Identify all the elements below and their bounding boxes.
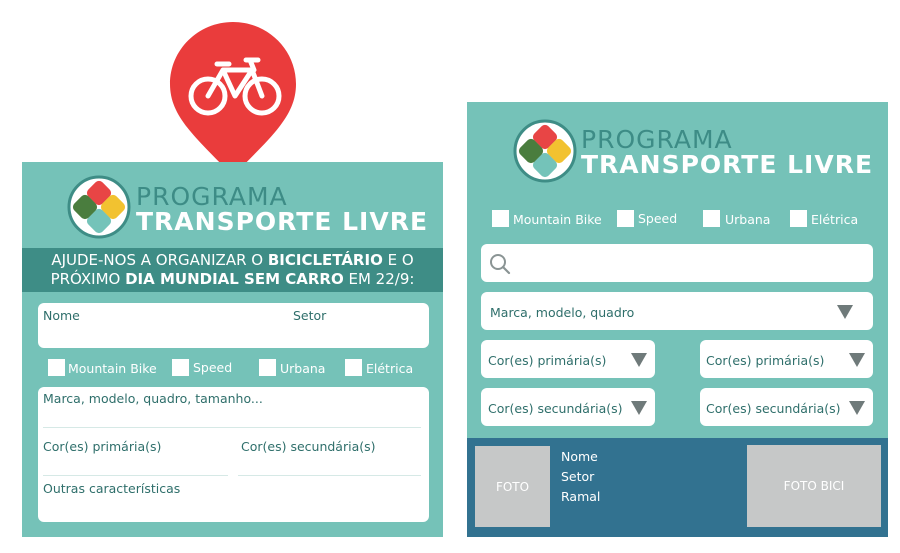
checkbox-mountain-bike[interactable] xyxy=(492,210,509,227)
map-pin-icon xyxy=(170,22,296,176)
logo-title-line2: TRANSPORTE LIVRE xyxy=(581,150,874,179)
secondary-color-label: Cor(es) secundária(s) xyxy=(241,439,376,454)
chevron-down-icon xyxy=(631,353,647,367)
checkbox-eletrica[interactable] xyxy=(790,210,807,227)
chevron-down-icon xyxy=(631,401,647,415)
checkbox-label: Speed xyxy=(193,360,233,375)
primary-color-label: Cor(es) primária(s) xyxy=(43,439,162,454)
name-sector-box[interactable] xyxy=(38,303,429,348)
program-logo-icon xyxy=(513,119,577,183)
checkbox-mountain-bike[interactable] xyxy=(48,359,65,376)
program-logo-icon xyxy=(67,175,131,239)
search-input[interactable] xyxy=(481,244,873,282)
owner-photo[interactable]: FOTO xyxy=(475,446,550,527)
owner-extension: Ramal xyxy=(561,489,601,504)
checkbox-label: Mountain Bike xyxy=(513,212,602,227)
primary-color-select-label: Cor(es) primária(s) xyxy=(706,353,825,368)
sector-label: Setor xyxy=(293,308,327,323)
checkbox-eletrica[interactable] xyxy=(345,359,362,376)
secondary-color-line[interactable] xyxy=(238,475,421,476)
details-box xyxy=(38,387,429,522)
secondary-color-select-label: Cor(es) secundária(s) xyxy=(488,401,623,416)
secondary-color-select-label: Cor(es) secundária(s) xyxy=(706,401,841,416)
chevron-down-icon xyxy=(849,353,865,367)
checkbox-label: Elétrica xyxy=(366,361,414,376)
checkbox-speed[interactable] xyxy=(172,359,189,376)
owner-name: Nome xyxy=(561,449,598,464)
other-features-label: Outras características xyxy=(43,481,181,496)
name-label: Nome xyxy=(43,308,80,323)
chevron-down-icon xyxy=(849,401,865,415)
checkbox-label: Elétrica xyxy=(811,212,859,227)
search-icon xyxy=(490,254,511,275)
primary-color-select-label: Cor(es) primária(s) xyxy=(488,353,607,368)
brand-field-label: Marca, modelo, quadro, tamanho... xyxy=(43,391,263,406)
chevron-down-icon xyxy=(837,305,853,319)
checkbox-label: Urbana xyxy=(280,361,326,376)
banner: AJUDE-NOS A ORGANIZAR O BICICLETÁRIO E O… xyxy=(22,248,443,292)
checkbox-urbana[interactable] xyxy=(259,359,276,376)
primary-color-line[interactable] xyxy=(43,475,228,476)
banner-line1: AJUDE-NOS A ORGANIZAR O BICICLETÁRIO E O xyxy=(51,251,414,269)
owner-sector: Setor xyxy=(561,469,595,484)
logo-title-line2: TRANSPORTE LIVRE xyxy=(136,207,429,236)
brand-field-line[interactable] xyxy=(43,427,421,428)
checkbox-speed[interactable] xyxy=(617,210,634,227)
bike-photo[interactable]: FOTO BICI xyxy=(747,445,881,527)
checkbox-label: Mountain Bike xyxy=(68,361,157,376)
banner-line2: PRÓXIMO DIA MUNDIAL SEM CARRO EM 22/9: xyxy=(50,270,415,288)
checkbox-label: Urbana xyxy=(725,212,771,227)
checkbox-urbana[interactable] xyxy=(703,210,720,227)
brand-select-label: Marca, modelo, quadro xyxy=(490,305,635,320)
checkbox-label: Speed xyxy=(638,211,678,226)
